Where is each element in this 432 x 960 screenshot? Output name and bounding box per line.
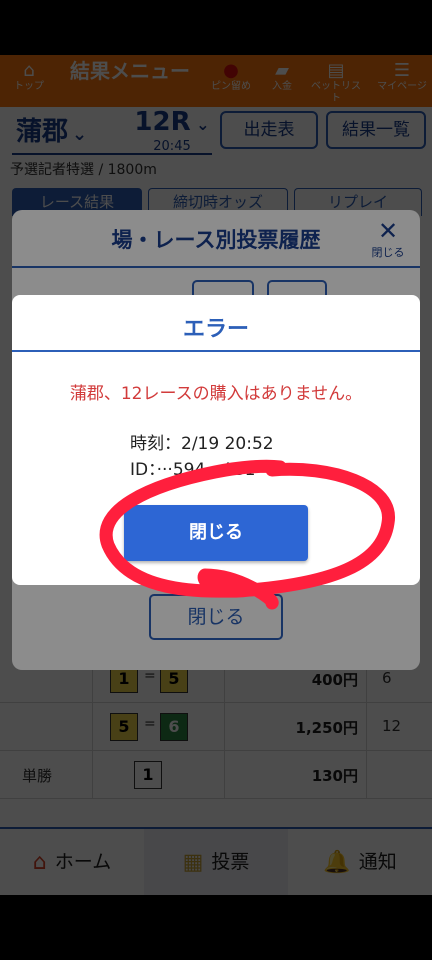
- error-modal-title: エラー: [182, 317, 249, 342]
- error-message: 蒲郡、12レースの購入はありません。: [69, 384, 363, 404]
- error-id: ID：···594 - A81: [130, 460, 256, 480]
- app-screen: ⌂ トップ 結果メニュー ● ピン留め ▰ 入金 ▤ ベットリスト ☰ マイペー…: [0, 55, 432, 895]
- error-modal: エラー 蒲郡、12レースの購入はありません。 時刻：2/19 20:52 ID：…: [12, 295, 420, 585]
- error-close-button[interactable]: 閉じる: [124, 505, 308, 561]
- error-time: 時刻：2/19 20:52: [130, 434, 274, 454]
- error-details: 時刻：2/19 20:52 ID：···594 - A81: [130, 431, 274, 483]
- divider: [12, 350, 420, 352]
